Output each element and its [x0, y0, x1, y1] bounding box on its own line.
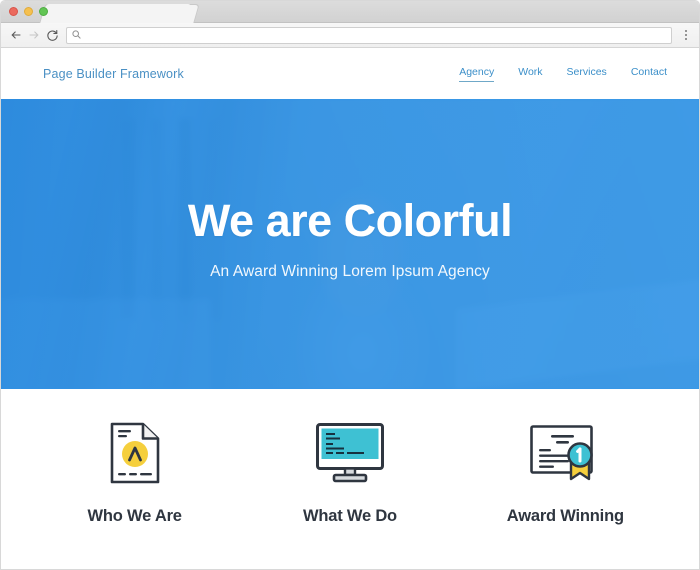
active-browser-tab-label: [46, 4, 191, 24]
site-logo-text[interactable]: Page Builder Framework: [43, 67, 184, 81]
screenshot-root: Page Builder Framework Agency Work Servi…: [0, 0, 700, 570]
page-viewport: Page Builder Framework Agency Work Servi…: [1, 48, 699, 569]
nav-item-work[interactable]: Work: [518, 66, 542, 81]
nav-item-contact[interactable]: Contact: [631, 66, 667, 81]
minimize-window-button[interactable]: [24, 7, 33, 16]
hero-title: We are Colorful: [187, 194, 513, 246]
feature-title-award-winning: Award Winning: [506, 507, 624, 525]
browser-tab-strip: [1, 1, 699, 24]
nav-item-agency[interactable]: Agency: [459, 66, 495, 82]
close-window-button[interactable]: [9, 7, 18, 16]
main-navigation: Agency Work Services Contact: [459, 66, 667, 82]
forward-arrow-icon: [25, 26, 43, 44]
site-header: Page Builder Framework Agency Work Servi…: [1, 48, 699, 99]
zoom-window-button[interactable]: [39, 7, 48, 16]
feature-title-who-we-are: Who We Are: [87, 507, 182, 525]
feature-who-we-are[interactable]: Who We Are: [35, 417, 235, 526]
browser-window: Page Builder Framework Agency Work Servi…: [0, 0, 700, 570]
address-input[interactable]: [85, 30, 666, 40]
certificate-award-icon: [529, 417, 601, 489]
document-badge-icon: [109, 417, 161, 489]
feature-award-winning[interactable]: Award Winning: [465, 417, 665, 526]
browser-menu-icon[interactable]: [679, 26, 693, 44]
hero-content: We are Colorful An Award Winning Lorem I…: [1, 99, 699, 389]
feature-title-what-we-do: What We Do: [303, 507, 397, 525]
hero-section: We are Colorful An Award Winning Lorem I…: [1, 99, 699, 389]
address-bar[interactable]: [66, 26, 672, 44]
hero-subtitle: An Award Winning Lorem Ipsum Agency: [210, 263, 490, 281]
window-traffic-lights: [9, 7, 48, 16]
desktop-monitor-icon: [315, 417, 385, 489]
feature-what-we-do[interactable]: What We Do: [250, 417, 450, 526]
features-section: Who We Are What We Do Award Winning: [1, 389, 699, 569]
reload-icon[interactable]: [43, 26, 61, 44]
back-arrow-icon[interactable]: [7, 26, 25, 44]
browser-toolbar: [1, 23, 699, 48]
nav-item-services[interactable]: Services: [567, 66, 607, 81]
search-icon: [72, 26, 81, 44]
